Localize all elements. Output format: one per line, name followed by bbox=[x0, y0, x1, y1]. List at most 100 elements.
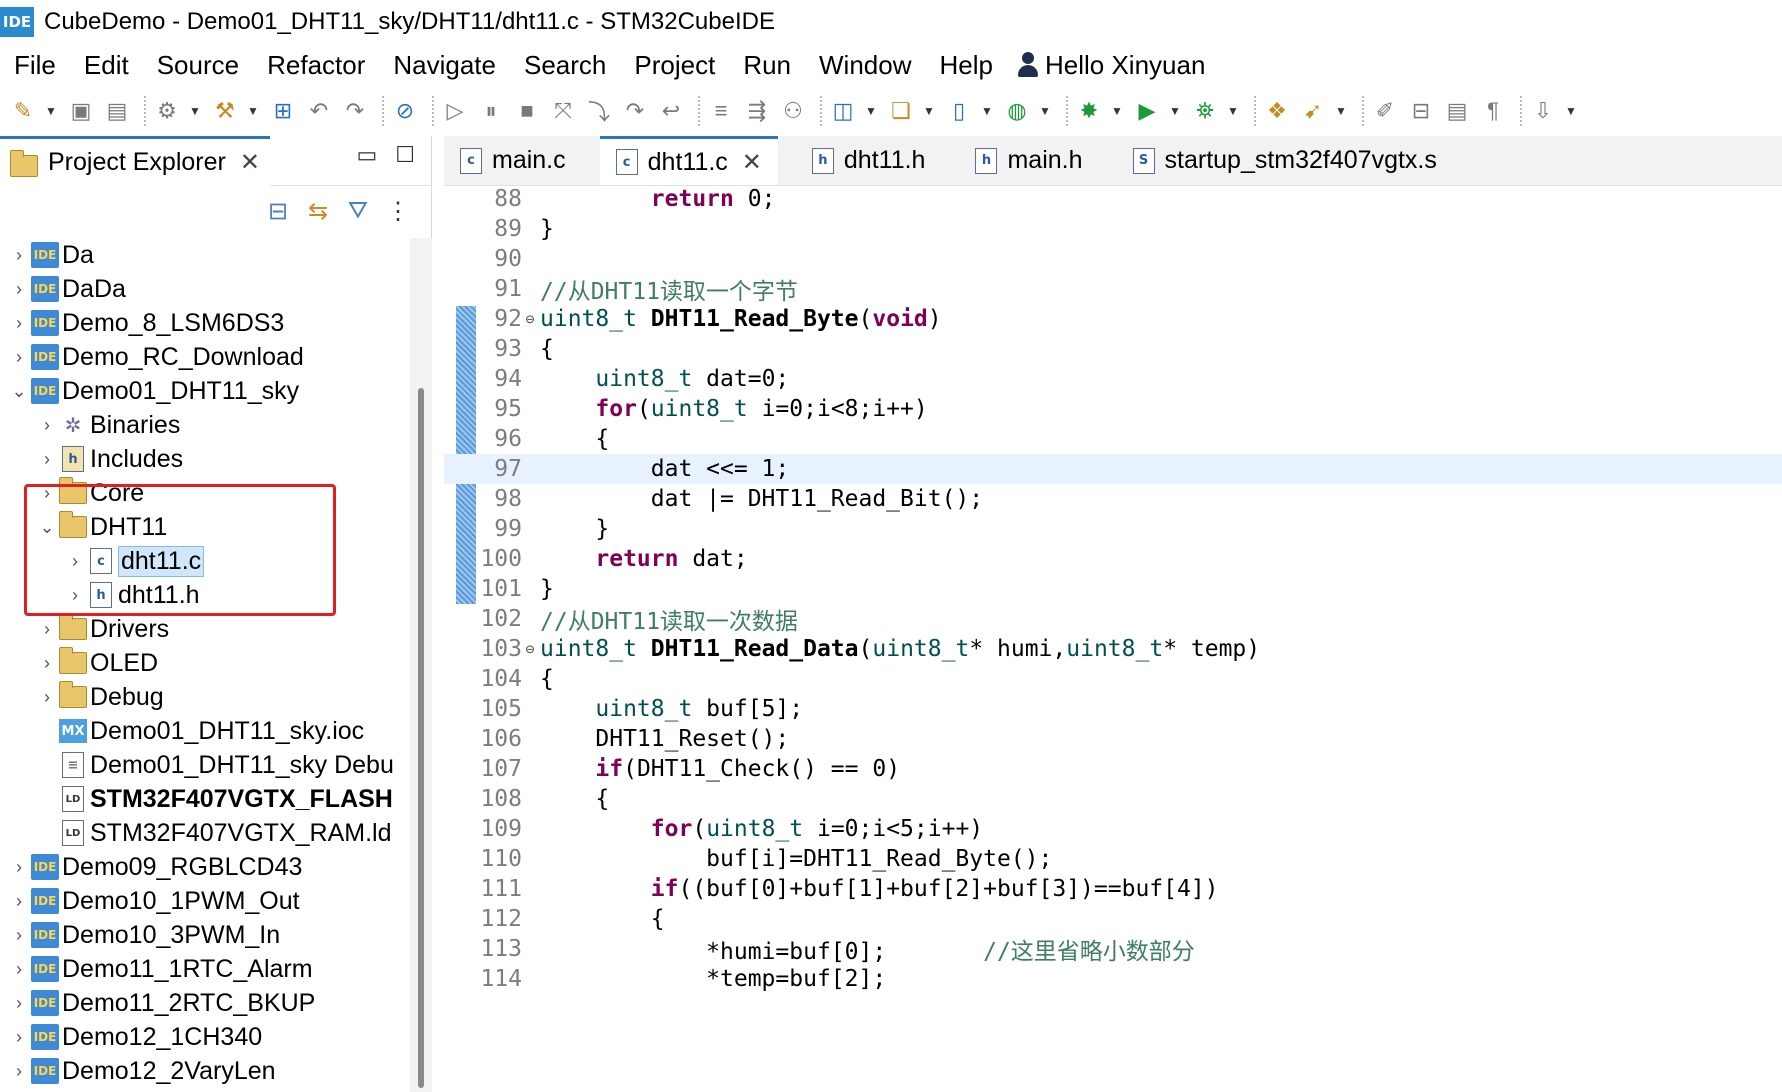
tree-item[interactable]: › IDE DaDa bbox=[0, 272, 410, 306]
tree-item[interactable]: › ✲ Binaries bbox=[0, 408, 410, 442]
tree-item[interactable]: LD STM32F407VGTX_RAM.ld bbox=[0, 816, 410, 850]
code-line[interactable]: 100 return dat; bbox=[444, 544, 1782, 574]
tree-item[interactable]: ›IDEDemo12_3RxToIdle bbox=[0, 1088, 410, 1092]
word-wrap-icon[interactable]: ▤ bbox=[1442, 96, 1472, 126]
code-line[interactable]: 111 if((buf[0]+buf[1]+buf[2]+buf[3])==bu… bbox=[444, 874, 1782, 904]
next-annotation-icon[interactable]: ⇩ bbox=[1528, 96, 1558, 126]
code-line[interactable]: 107 if(DHT11_Check() == 0) bbox=[444, 754, 1782, 784]
search-tool-icon[interactable]: ➹ bbox=[1298, 96, 1328, 126]
collapsed-arrow-icon[interactable]: › bbox=[36, 408, 58, 442]
undo-icon[interactable]: ↶ bbox=[304, 96, 334, 126]
editor-tab[interactable]: Sstartup_stm32f407vgtx.s bbox=[1116, 136, 1453, 185]
debug-icon[interactable]: ✸ bbox=[1074, 96, 1104, 126]
code-line[interactable]: 114 *temp=buf[2]; bbox=[444, 964, 1782, 994]
code-line[interactable]: 89} bbox=[444, 214, 1782, 244]
open-perspective-icon[interactable]: ❖ bbox=[1262, 96, 1292, 126]
new-c-file-dropdown-icon[interactable]: ▼ bbox=[980, 96, 994, 126]
code-line[interactable]: 95 for(uint8_t i=0;i<8;i++) bbox=[444, 394, 1782, 424]
tree-item[interactable]: MX Demo01_DHT11_sky.ioc bbox=[0, 714, 410, 748]
menu-search[interactable]: Search bbox=[510, 50, 620, 81]
tree-item[interactable]: › IDE Demo12_2VaryLen bbox=[0, 1054, 410, 1088]
editor-tab[interactable]: h dht11.h bbox=[795, 136, 942, 185]
editor-tab[interactable]: c main.c bbox=[444, 136, 582, 185]
maximize-icon[interactable]: ☐ bbox=[395, 142, 415, 168]
menu-file[interactable]: File bbox=[0, 50, 70, 81]
code-line[interactable]: 99 } bbox=[444, 514, 1782, 544]
tree-item[interactable]: › IDE Demo_8_LSM6DS3 bbox=[0, 306, 410, 340]
new-class-dropdown-icon[interactable]: ▼ bbox=[1038, 96, 1052, 126]
code-area[interactable]: 88 return 0; 89} 90 91//从DHT11读取一个字节 92 ⊖ uint… bbox=[444, 186, 1782, 1092]
tree-item[interactable]: › IDE Demo_RC_Download bbox=[0, 340, 410, 374]
tree-item[interactable]: › h Includes bbox=[0, 442, 410, 476]
terminate-icon[interactable]: ■ bbox=[512, 96, 542, 126]
new-class-icon[interactable]: ◍ bbox=[1002, 96, 1032, 126]
collapsed-arrow-icon[interactable]: › bbox=[8, 306, 30, 340]
show-whitespace-icon[interactable]: ¶ bbox=[1478, 96, 1508, 126]
tree-item[interactable]: › IDE Demo09_RGBLCD43 bbox=[0, 850, 410, 884]
collapsed-arrow-icon[interactable]: › bbox=[8, 1020, 30, 1054]
debug-dropdown-icon[interactable]: ▼ bbox=[1110, 96, 1124, 126]
link-with-editor-icon[interactable]: ⇆ bbox=[303, 196, 333, 226]
new-source-folder-dropdown-icon[interactable]: ▼ bbox=[922, 96, 936, 126]
expanded-arrow-icon[interactable]: ⌄ bbox=[8, 374, 30, 408]
next-annotation-dropdown-icon[interactable]: ▼ bbox=[1564, 96, 1578, 126]
menu-refactor[interactable]: Refactor bbox=[253, 50, 379, 81]
build-hammer-icon[interactable]: ⚒ bbox=[210, 96, 240, 126]
code-line[interactable]: 96 { bbox=[444, 424, 1782, 454]
external-tools-icon[interactable]: ⛯ bbox=[1190, 96, 1220, 126]
skip-breakpoints-icon[interactable]: ⊘ bbox=[390, 96, 420, 126]
code-line[interactable]: 91 //从DHT11读取一个字节 bbox=[444, 274, 1782, 305]
collapsed-arrow-icon[interactable]: › bbox=[8, 952, 30, 986]
minimize-icon[interactable]: ▭ bbox=[356, 142, 377, 168]
code-line[interactable]: 94 uint8_t dat=0; bbox=[444, 364, 1782, 394]
redo-icon[interactable]: ↷ bbox=[340, 96, 370, 126]
toggle-block-selection-icon[interactable]: ⊟ bbox=[1406, 96, 1436, 126]
save-all-icon[interactable]: ▤ bbox=[102, 96, 132, 126]
new-icon[interactable]: ✎ bbox=[8, 96, 38, 126]
collapsed-arrow-icon[interactable]: › bbox=[8, 850, 30, 884]
collapsed-arrow-icon[interactable]: › bbox=[36, 442, 58, 476]
collapsed-arrow-icon[interactable]: › bbox=[36, 612, 58, 646]
code-line[interactable]: 112 { bbox=[444, 904, 1782, 934]
code-line[interactable]: 103 ⊖ uint8_t DHT11_Read_Data(uint8_t* hum… bbox=[444, 634, 1782, 664]
new-c-project-icon[interactable]: ◫ bbox=[828, 96, 858, 126]
code-line[interactable]: 101} bbox=[444, 574, 1782, 604]
run-dropdown-icon[interactable]: ▼ bbox=[1168, 96, 1182, 126]
menu-edit[interactable]: Edit bbox=[70, 50, 143, 81]
step-into-icon[interactable]: ⤵ bbox=[584, 96, 614, 126]
close-icon[interactable]: ✕ bbox=[240, 148, 260, 177]
code-line[interactable]: 90 bbox=[444, 244, 1782, 274]
tree-item[interactable]: › IDE Demo11_1RTC_Alarm bbox=[0, 952, 410, 986]
collapsed-arrow-icon[interactable]: › bbox=[8, 918, 30, 952]
user-account[interactable]: Hello Xinyuan bbox=[1017, 50, 1205, 81]
tab-project-explorer[interactable]: Project Explorer ✕ bbox=[0, 135, 270, 186]
code-line[interactable]: 108 { bbox=[444, 784, 1782, 814]
fold-toggle-icon[interactable]: ⊖ bbox=[522, 310, 538, 328]
code-line[interactable]: 98 dat |= DHT11_Read_Bit(); bbox=[444, 484, 1782, 514]
tree-item[interactable]: › IDE Demo10_1PWM_Out bbox=[0, 884, 410, 918]
new-c-project-dropdown-icon[interactable]: ▼ bbox=[864, 96, 878, 126]
tree-item[interactable]: ⌄ IDE Demo01_DHT11_sky bbox=[0, 374, 410, 408]
mark-occurrences-icon[interactable]: ✐ bbox=[1370, 96, 1400, 126]
step-return-icon[interactable]: ↩ bbox=[656, 96, 686, 126]
tree-item[interactable]: › IDE Demo10_3PWM_In bbox=[0, 918, 410, 952]
tree-item[interactable]: › Drivers bbox=[0, 612, 410, 646]
filter-icon[interactable]: ⛛ bbox=[343, 196, 373, 226]
collapsed-arrow-icon[interactable]: › bbox=[8, 986, 30, 1020]
new-dropdown-icon[interactable]: ▼ bbox=[44, 96, 58, 126]
tree-item[interactable]: ≡ Demo01_DHT11_sky Debu bbox=[0, 748, 410, 782]
search-tool-dropdown-icon[interactable]: ▼ bbox=[1334, 96, 1348, 126]
instruction-step-icon[interactable]: ≡ bbox=[706, 96, 736, 126]
code-line[interactable]: 113 *humi=buf[0]; //这里省略小数部分 bbox=[444, 934, 1782, 965]
run-icon[interactable]: ▶ bbox=[1132, 96, 1162, 126]
tree-scrollbar-thumb[interactable] bbox=[418, 388, 424, 1088]
collapse-all-icon[interactable]: ⊟ bbox=[263, 196, 293, 226]
code-line[interactable]: 93 { bbox=[444, 334, 1782, 364]
code-line[interactable]: 106 DHT11_Reset(); bbox=[444, 724, 1782, 754]
view-menu-icon[interactable]: ⋮ bbox=[383, 196, 413, 226]
build-settings-icon[interactable]: ⚙ bbox=[152, 96, 182, 126]
suspend-icon[interactable]: ⏸ bbox=[476, 96, 506, 126]
code-line[interactable]: 110 buf[i]=DHT11_Read_Byte(); bbox=[444, 844, 1782, 874]
external-tools-dropdown-icon[interactable]: ▼ bbox=[1226, 96, 1240, 126]
collapsed-arrow-icon[interactable]: › bbox=[8, 1088, 30, 1092]
